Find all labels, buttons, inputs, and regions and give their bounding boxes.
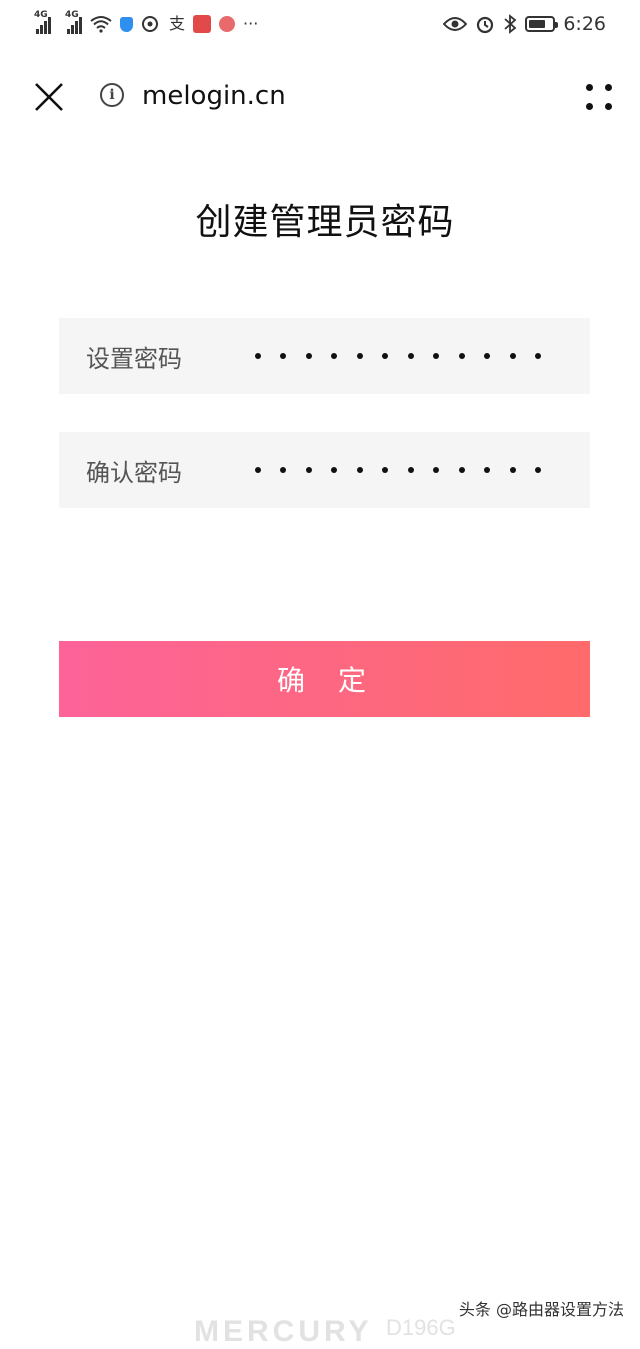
app-notification-icon: [219, 16, 236, 32]
more-menu-icon[interactable]: [584, 82, 616, 114]
info-icon[interactable]: i: [100, 83, 124, 107]
alarm-icon: [477, 16, 494, 34]
wifi-icon: [90, 16, 112, 33]
confirm-password-input[interactable]: [255, 432, 541, 508]
eye-icon: [443, 17, 468, 31]
status-right-icons: 6:26: [443, 13, 606, 35]
confirm-password-field[interactable]: 确认密码: [59, 432, 590, 508]
bluetooth-icon: [504, 14, 517, 34]
status-bar: 4G 4G 支 ··· 6:26: [0, 0, 640, 48]
clock-time: 6:26: [563, 13, 606, 35]
confirm-password-label: 确认密码: [86, 458, 182, 487]
status-left-icons: 4G 4G 支 ···: [34, 10, 259, 34]
brand-logo: MERCURY: [194, 1315, 373, 1348]
set-password-input[interactable]: [255, 318, 541, 394]
page-title: 创建管理员密码: [195, 202, 455, 243]
alipay-icon: 支: [169, 14, 186, 33]
signal-icon-2: 4G: [65, 10, 82, 34]
shield-icon: [120, 16, 133, 32]
set-password-label: 设置密码: [86, 344, 182, 373]
model-number: D196G: [386, 1315, 456, 1340]
battery-icon: [525, 16, 559, 32]
confirm-button[interactable]: 确 定: [59, 641, 590, 717]
more-notifications-icon: ···: [243, 14, 259, 33]
book-app-icon: [193, 15, 212, 33]
hotspot-icon: [142, 16, 158, 32]
address-url[interactable]: melogin.cn: [142, 81, 286, 111]
close-icon[interactable]: [32, 80, 66, 114]
signal-icon-1: 4G: [34, 10, 51, 34]
set-password-field[interactable]: 设置密码: [59, 318, 590, 394]
watermark-text: 头条 @路由器设置方法: [458, 1300, 624, 1319]
browser-toolbar: i melogin.cn: [0, 64, 640, 130]
